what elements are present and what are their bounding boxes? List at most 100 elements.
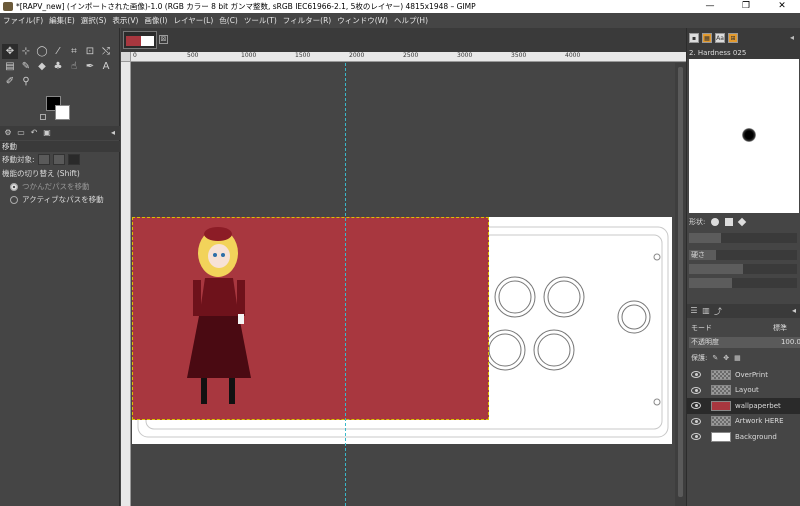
menu-colors[interactable]: 色(C) [219,15,238,26]
fonts-tab-icon[interactable]: Aa [715,33,725,43]
undo-history-tab-icon[interactable]: ↶ [28,128,40,138]
tool-options-tab-icon[interactable]: ⚙ [2,128,14,138]
paintbrush-icon[interactable]: ✎ [18,59,34,74]
layer-row[interactable]: OverPrint [687,367,800,383]
gradient-tool-icon[interactable]: ▤ [2,59,18,74]
color-picker-icon[interactable]: ✐ [2,74,18,89]
align-tool-icon[interactable]: ⊹ [18,44,34,59]
eraser-icon[interactable]: ◆ [34,59,50,74]
diamond-shape-icon[interactable] [738,217,747,227]
layer-thumbnail [711,416,731,427]
maximize-button[interactable]: ❐ [728,0,764,13]
image-tab[interactable] [123,31,157,49]
menu-filters[interactable]: フィルター(R) [283,15,331,26]
menu-edit[interactable]: 編集(E) [49,15,75,26]
layer-lock-label: 保護: [691,353,708,362]
reset-colors-icon[interactable] [40,114,46,120]
image-canvas[interactable] [132,217,672,444]
brush-hardness-slider[interactable]: 硬さ [689,250,797,260]
round-shape-icon[interactable] [711,218,720,226]
radio-pick-path-indicator[interactable] [10,182,18,191]
layer-mode-select[interactable]: 標準 [773,323,787,333]
layer-row[interactable]: Layout [687,383,800,399]
paths-tab-icon[interactable]: ⤴ [713,306,723,316]
right-dock: ▪ ▦ Aa ⊞ ◂ 2. Hardness 025 形状: 硬さ ☰ ▥ ⤴ … [686,28,800,506]
button-circle-5-inner [547,280,581,314]
visibility-eye-icon[interactable] [691,433,701,441]
menu-layer[interactable]: レイヤー(L) [173,15,213,26]
ruler-corner[interactable] [121,52,131,62]
layers-menu-icon[interactable]: ◂ [789,306,799,316]
layer-mode-row: モード 標準 [687,321,800,335]
move-path-mode-icon[interactable] [67,153,80,165]
menu-file[interactable]: ファイル(F) [3,15,43,26]
layer-row[interactable]: wallpaperbet [687,398,800,414]
radio-active-path[interactable]: アクティブなパスを移動 [0,193,120,206]
channels-tab-icon[interactable]: ▥ [701,306,711,316]
device-status-tab-icon[interactable]: ▭ [15,128,27,138]
layer-name[interactable]: OverPrint [735,371,768,379]
lock-alpha-icon[interactable]: ▦ [734,354,741,362]
brush-aspect-slider[interactable] [689,264,797,274]
document-history-tab-icon[interactable]: ⊞ [728,33,738,43]
move-tool-icon[interactable]: ✥ [2,44,18,59]
brush-radius-slider[interactable] [689,233,797,243]
brush-angle-slider[interactable] [689,278,797,288]
canvas-viewport[interactable] [132,63,686,506]
lock-position-icon[interactable]: ✥ [723,354,729,362]
dock-menu-icon[interactable]: ◂ [787,33,797,43]
background-color-swatch[interactable] [55,105,70,120]
smudge-tool-icon[interactable]: ☝ [66,59,82,74]
images-tab-icon[interactable]: ▣ [41,128,53,138]
clone-tool-icon[interactable]: ♣ [50,59,66,74]
visibility-eye-icon[interactable] [691,371,701,379]
layer-row[interactable]: Artwork HERE [687,414,800,430]
visibility-eye-icon[interactable] [691,386,701,394]
minimize-button[interactable]: — [692,0,728,13]
move-selection-mode-icon[interactable] [52,153,65,165]
layer-row[interactable]: Background [687,429,800,445]
warp-transform-icon[interactable]: ⤭ [98,44,114,59]
menu-tools[interactable]: ツール(T) [244,15,277,26]
layer-name[interactable]: Background [735,433,777,441]
visibility-eye-icon[interactable] [691,402,701,410]
radio-active-path-indicator[interactable] [10,195,18,204]
menu-select[interactable]: 選択(S) [81,15,107,26]
layer-name[interactable]: wallpaperbet [735,402,781,410]
zoom-tool-icon[interactable]: ⚲ [18,74,34,89]
radio-pick-path[interactable]: つかんだパスを移動 [0,180,120,193]
square-shape-icon[interactable] [725,218,734,226]
lock-pixels-icon[interactable]: ✎ [712,354,718,362]
paths-tool-icon[interactable]: ✒ [82,59,98,74]
patterns-tab-icon[interactable]: ▦ [702,33,712,43]
layer-name[interactable]: Layout [735,386,759,394]
crop-tool-icon[interactable]: ⌗ [66,44,82,59]
close-button[interactable]: ✕ [764,0,800,13]
close-tab-icon[interactable]: ⊠ [159,35,168,44]
button-circle-4-inner [498,280,532,314]
vertical-guide[interactable] [345,63,346,506]
brushes-tab-icon[interactable]: ▪ [689,33,699,43]
menu-image[interactable]: 画像(I) [144,15,167,26]
menu-view[interactable]: 表示(V) [112,15,138,26]
toggle-row: 機能の切り替え (Shift) [0,166,120,180]
free-select-icon[interactable]: ◯ [34,44,50,59]
vertical-scrollbar[interactable] [675,63,686,506]
brush-dot-icon [742,128,756,142]
wallpaper-layer-selection[interactable] [132,217,489,420]
text-tool-icon[interactable]: A [98,59,114,74]
visibility-eye-icon[interactable] [691,417,701,425]
unified-transform-icon[interactable]: ⊡ [82,44,98,59]
layer-opacity-slider[interactable]: 不透明度 100.0 [689,337,800,348]
brush-preview[interactable] [689,59,799,213]
fuzzy-select-icon[interactable]: ⁄ [50,44,66,59]
horizontal-ruler[interactable]: 0 500 1000 1500 2000 2500 3000 3500 4000 [131,52,686,62]
layer-name[interactable]: Artwork HERE [735,417,784,425]
move-layer-mode-icon[interactable] [37,153,50,165]
layers-tab-icon[interactable]: ☰ [689,306,699,316]
menu-help[interactable]: ヘルプ(H) [394,15,428,26]
panel-menu-icon[interactable]: ◂ [107,128,119,138]
image-tab-thumbnail [126,36,154,46]
vertical-ruler[interactable] [121,62,131,506]
menu-windows[interactable]: ウィンドウ(W) [337,15,388,26]
